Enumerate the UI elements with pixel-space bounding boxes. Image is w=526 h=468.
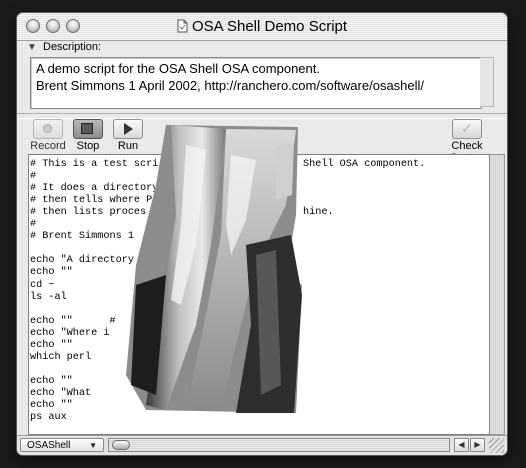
stop-button[interactable]: Stop xyxy=(66,119,110,152)
scroll-right-arrow-icon[interactable]: ▶ xyxy=(470,438,485,452)
code-line: # Brent Simmons 1 xyxy=(30,231,134,243)
description-scrollbar[interactable] xyxy=(480,57,494,107)
record-icon xyxy=(43,124,52,133)
code-line: echo "" xyxy=(30,267,73,279)
language-popup-value: OSAShell xyxy=(27,440,71,451)
desktop-background: OSA Shell Demo Script ▼ Description: A d… xyxy=(0,0,526,468)
description-line-1: A demo script for the OSA Shell OSA comp… xyxy=(36,61,320,76)
code-line: echo "What xyxy=(30,387,92,399)
stop-label: Stop xyxy=(76,140,100,152)
disclosure-triangle-icon[interactable]: ▼ xyxy=(27,42,37,53)
overlay-photo xyxy=(126,125,302,413)
title-bar[interactable]: OSA Shell Demo Script xyxy=(17,13,507,41)
code-line: echo "A directory xyxy=(30,255,134,267)
scroll-left-arrow-icon[interactable]: ◀ xyxy=(454,438,469,452)
window-title: OSA Shell Demo Script xyxy=(191,18,348,35)
code-line: ps aux xyxy=(30,412,67,424)
code-line: echo "" xyxy=(30,375,73,387)
stop-icon xyxy=(81,123,93,134)
code-line: # xyxy=(30,171,37,183)
bottom-bar: OSAShell ▼ ◀ ▶ xyxy=(17,435,507,455)
scroll-thumb[interactable] xyxy=(112,440,130,450)
code-fragment: Shell OSA component. xyxy=(303,159,426,170)
vertical-scrollbar[interactable] xyxy=(490,154,505,435)
record-label: Record xyxy=(30,140,66,152)
resize-grip-icon[interactable] xyxy=(489,438,504,453)
window-title-wrap: OSA Shell Demo Script xyxy=(17,18,507,35)
code-fragment: hine. xyxy=(303,207,334,218)
language-popup[interactable]: OSAShell ▼ xyxy=(20,438,104,452)
record-button[interactable]: Record xyxy=(26,119,70,152)
description-field[interactable]: A demo script for the OSA Shell OSA comp… xyxy=(30,57,482,109)
description-line-2: Brent Simmons 1 April 2002, http://ranch… xyxy=(36,78,425,93)
chevron-down-icon: ▼ xyxy=(89,441,97,450)
code-line: which perl xyxy=(30,351,92,363)
code-line: echo "" xyxy=(30,339,73,351)
code-line: echo "Where i xyxy=(30,327,110,339)
code-line: echo "" # xyxy=(30,315,116,327)
horizontal-scrollbar[interactable] xyxy=(108,438,450,452)
description-header: ▼ Description: xyxy=(17,41,507,55)
document-icon xyxy=(177,19,188,33)
description-label: Description: xyxy=(43,41,102,53)
code-line: # xyxy=(30,219,37,231)
code-line: cd ~ xyxy=(30,279,55,291)
code-line: echo "" xyxy=(30,400,73,411)
code-line: ls -al xyxy=(30,291,67,303)
checkmark-icon: ✓ xyxy=(461,120,473,136)
